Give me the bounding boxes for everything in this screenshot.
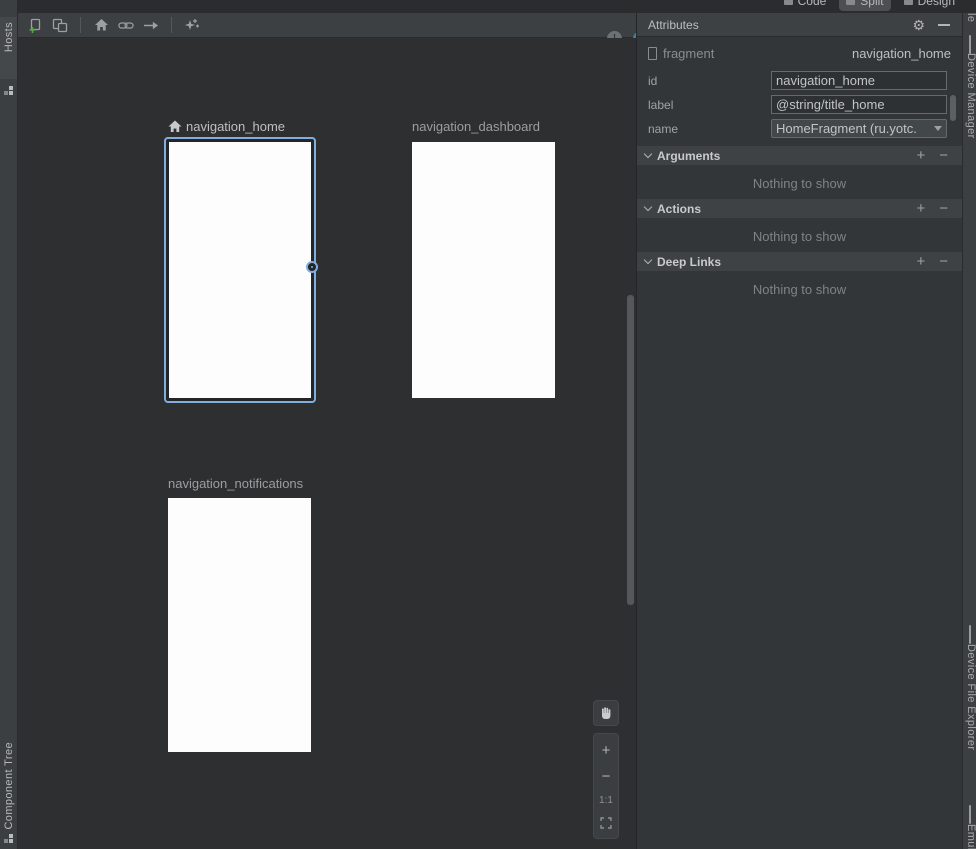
actions-empty-text: Nothing to show [637,229,962,244]
chevron-down-icon [644,203,652,211]
zoom-ratio-button[interactable]: 1:1 [599,795,613,806]
assign-start-icon[interactable] [93,17,109,33]
new-destination-icon[interactable] [27,17,43,33]
design-icon [904,0,913,5]
chevron-down-icon [934,126,942,131]
chevron-down-icon [644,256,652,264]
device-file-explorer-icon[interactable] [964,626,976,644]
left-tool-dock: Hosts Component Tree [0,0,18,849]
chevron-down-icon [644,150,652,158]
add-action-button[interactable]: + [916,201,925,216]
tab-code-label: Code [798,0,827,8]
auto-arrange-icon[interactable] [184,17,200,33]
start-destination-home-icon [168,120,182,133]
arguments-empty-text: Nothing to show [637,176,962,191]
tool-tab-emulator[interactable]: Emulator [965,824,976,849]
zoom-in-button[interactable]: + [602,743,611,758]
emulator-icon[interactable] [964,806,976,824]
right-tool-dock: Gradle Device Manager Device File Explor… [962,0,976,849]
add-deep-link-button[interactable]: + [916,254,925,269]
component-tree-tool-icon[interactable] [4,834,14,844]
deeplink-icon[interactable] [118,17,134,33]
id-field[interactable] [771,71,947,90]
canvas-vertical-scrollbar[interactable] [627,295,634,605]
remove-action-button[interactable]: − [939,201,948,216]
tool-tab-device-manager[interactable]: Device Manager [965,53,976,139]
tab-design[interactable]: Design [897,0,962,11]
nested-graph-icon[interactable] [52,17,68,33]
hand-icon [599,706,613,720]
tool-tab-component-tree[interactable]: Component Tree [3,742,15,830]
fragment-preview-navigation-dashboard[interactable] [412,142,555,398]
add-argument-button[interactable]: + [916,148,925,163]
code-icon [784,0,793,5]
tab-code[interactable]: Code [777,0,834,11]
action-arrow-icon[interactable] [143,17,159,33]
tool-tab-device-file-explorer[interactable]: Device File Explorer [965,644,976,750]
fragment-preview-navigation-notifications[interactable] [168,498,311,752]
component-type: fragment [663,46,714,61]
attributes-scrollbar[interactable] [950,95,956,121]
component-summary-row: fragment navigation_home [648,45,951,61]
remove-deep-link-button[interactable]: − [939,254,948,269]
section-header-deep-links[interactable]: Deep Links + − [637,252,962,271]
actions-section-title: Actions [657,202,701,216]
name-field-label: name [648,122,678,136]
hosts-tool-icon[interactable] [4,86,14,96]
fragment-preview-navigation-home[interactable] [164,137,316,403]
deep-links-empty-text: Nothing to show [637,282,962,297]
field-row-name: name HomeFragment (ru.yotc. [648,119,951,138]
label-field[interactable] [771,95,947,114]
fragment-label-navigation-home[interactable]: navigation_home [186,119,285,134]
toolbar-separator [171,17,172,33]
field-row-id: id [648,71,951,90]
hide-panel-icon[interactable] [938,24,950,26]
nav-editor-toolbar: ! ? [18,13,636,38]
remove-argument-button[interactable]: − [939,148,948,163]
attributes-panel-header: Attributes ⚙ [637,13,962,37]
navigation-graph-canvas[interactable]: navigation_home navigation_dashboard nav… [18,38,636,849]
editor-top-strip: Code Split Design [18,0,976,13]
attributes-panel: Attributes ⚙ fragment navigation_home id… [637,13,962,849]
attributes-title: Attributes [648,18,699,32]
arguments-section-title: Arguments [657,149,720,163]
fragment-label-navigation-dashboard[interactable]: navigation_dashboard [412,119,540,134]
fragment-icon [648,47,657,60]
tab-design-label: Design [918,0,955,8]
device-manager-icon[interactable] [964,36,976,54]
name-combobox[interactable]: HomeFragment (ru.yotc. [771,119,947,138]
fragment-screen-preview [169,142,311,398]
tool-tab-hosts[interactable]: Hosts [3,22,15,52]
section-header-actions[interactable]: Actions + − [637,199,962,218]
gear-icon[interactable]: ⚙ [912,18,925,32]
fragment-label-navigation-notifications[interactable]: navigation_notifications [168,476,303,491]
id-field-label: id [648,74,657,88]
pan-tool-button[interactable] [593,700,619,726]
name-combobox-value: HomeFragment (ru.yotc. [776,121,931,136]
field-row-label: label [648,95,951,114]
tab-split[interactable]: Split [839,0,890,11]
tab-split-label: Split [860,0,883,8]
toolbar-separator [80,17,81,33]
component-id: navigation_home [852,46,951,61]
deep-links-section-title: Deep Links [657,255,721,269]
section-header-arguments[interactable]: Arguments + − [637,146,962,165]
action-connection-handle[interactable] [308,263,316,271]
zoom-to-fit-icon[interactable] [600,817,612,829]
editor-mode-tabs: Code Split Design [777,0,962,12]
split-icon [846,0,855,5]
zoom-out-button[interactable]: − [602,769,611,784]
zoom-controls: + − 1:1 [593,733,619,839]
label-field-label: label [648,98,673,112]
